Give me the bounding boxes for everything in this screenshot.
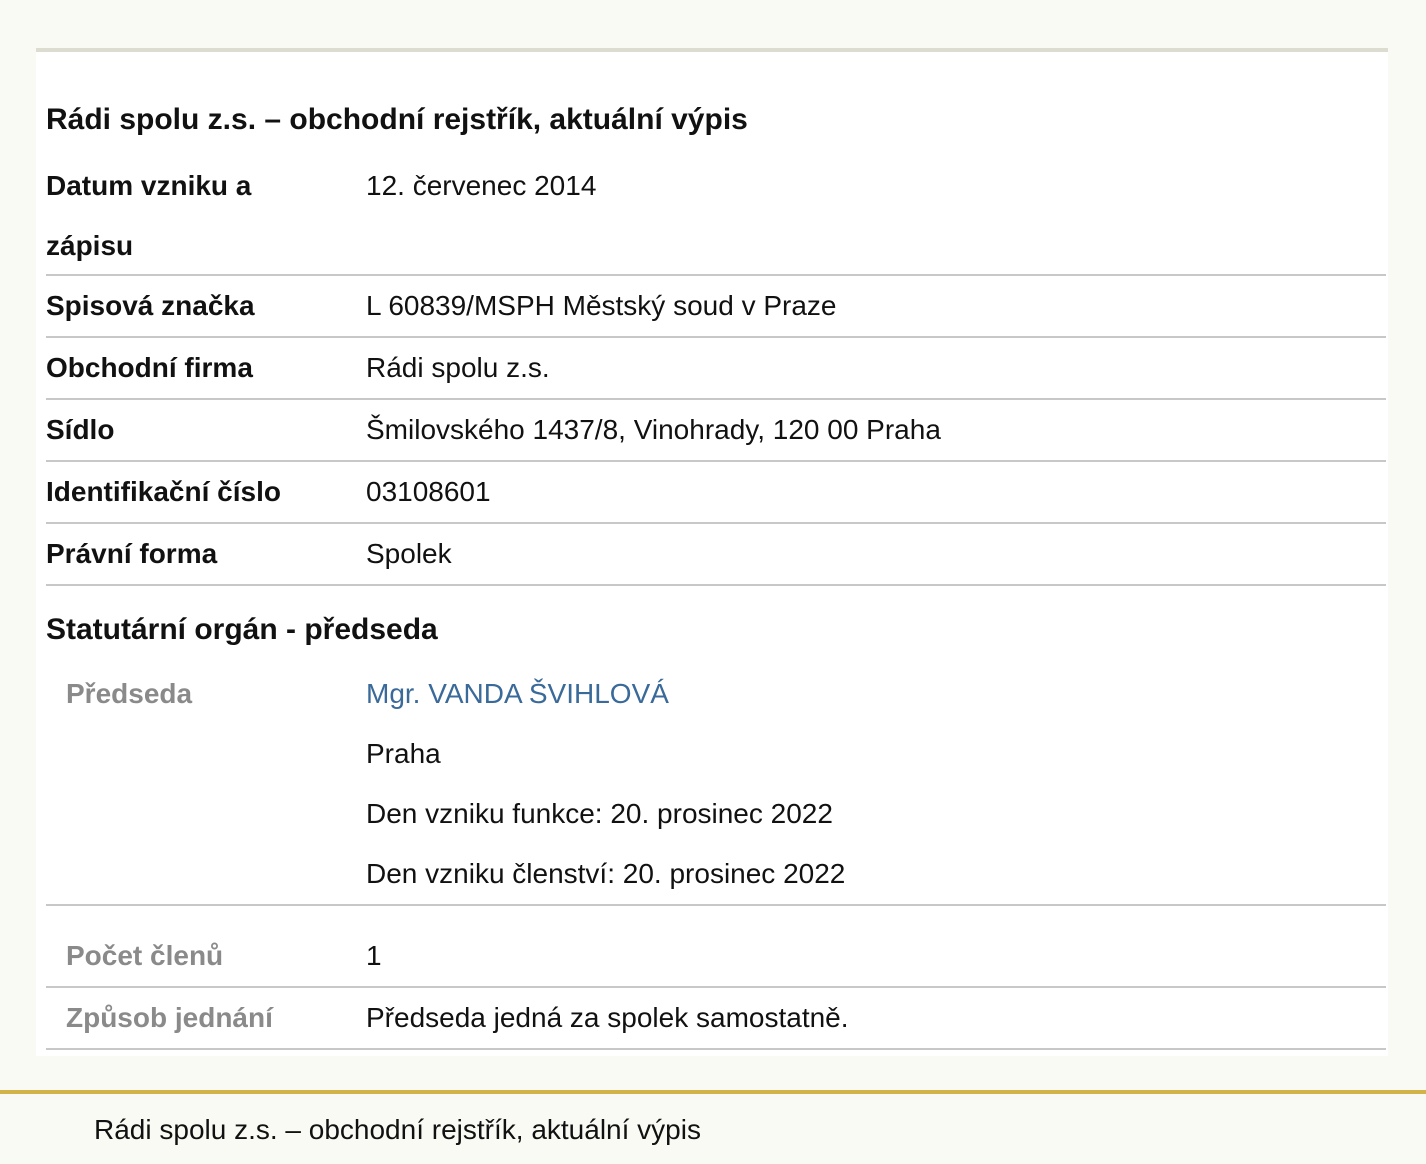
chair-membership-start: Den vzniku členství: 20. prosinec 2022 [366, 858, 846, 889]
row-label: Spisová značka [46, 290, 255, 321]
row-member-count: Počet členů 1 [46, 926, 1386, 988]
card-title: Rádi spolu z.s. – obchodní rejstřík, akt… [46, 103, 748, 136]
row-id-number: Identifikační číslo 03108601 [46, 462, 1386, 524]
row-label: Předseda [66, 678, 193, 709]
footer-caption: Rádi spolu z.s. – obchodní rejstřík, akt… [94, 1114, 701, 1145]
row-legal-form: Právní forma Spolek [46, 524, 1386, 586]
row-value: 12. červenec 2014 [366, 170, 597, 201]
statutory-section-title: Statutární orgán - předseda [46, 613, 438, 646]
row-file-number: Spisová značka L 60839/MSPH Městský soud… [46, 276, 1386, 338]
registry-card: Rádi spolu z.s. – obchodní rejstřík, akt… [36, 48, 1388, 1056]
row-value: L 60839/MSPH Městský soud v Praze [366, 290, 837, 321]
chair-city: Praha [366, 738, 441, 769]
row-chair: Předseda Mgr. VANDA ŠVIHLOVÁ Praha Den v… [46, 664, 1386, 906]
row-value: Rádi spolu z.s. [366, 352, 550, 383]
footer: Rádi spolu z.s. – obchodní rejstřík, akt… [0, 1090, 1426, 1164]
row-label: Způsob jednání [66, 1002, 273, 1033]
row-value: 03108601 [366, 476, 491, 507]
chair-name-link[interactable]: Mgr. VANDA ŠVIHLOVÁ [366, 664, 845, 724]
row-seat: Sídlo Šmilovského 1437/8, Vinohrady, 120… [46, 400, 1386, 462]
row-value: Šmilovského 1437/8, Vinohrady, 120 00 Pr… [366, 414, 941, 445]
row-value: Předseda jedná za spolek samostatně. [366, 1002, 849, 1033]
row-label: Počet členů [66, 940, 224, 971]
row-date-of-establishment: Datum vzniku a zápisu 12. červenec 2014 [46, 156, 1386, 276]
row-value: 1 [366, 940, 382, 971]
row-label: Obchodní firma [46, 352, 253, 383]
row-label: Datum vzniku a zápisu [46, 170, 252, 261]
chair-function-start: Den vzniku funkce: 20. prosinec 2022 [366, 798, 833, 829]
row-conduct: Způsob jednání Předseda jedná za spolek … [46, 988, 1386, 1050]
row-label: Právní forma [46, 538, 218, 569]
row-value: Spolek [366, 538, 452, 569]
row-label: Sídlo [46, 414, 115, 445]
row-business-name: Obchodní firma Rádi spolu z.s. [46, 338, 1386, 400]
chair-details: Mgr. VANDA ŠVIHLOVÁ Praha Den vzniku fun… [366, 664, 845, 904]
row-label: Identifikační číslo [46, 476, 281, 507]
